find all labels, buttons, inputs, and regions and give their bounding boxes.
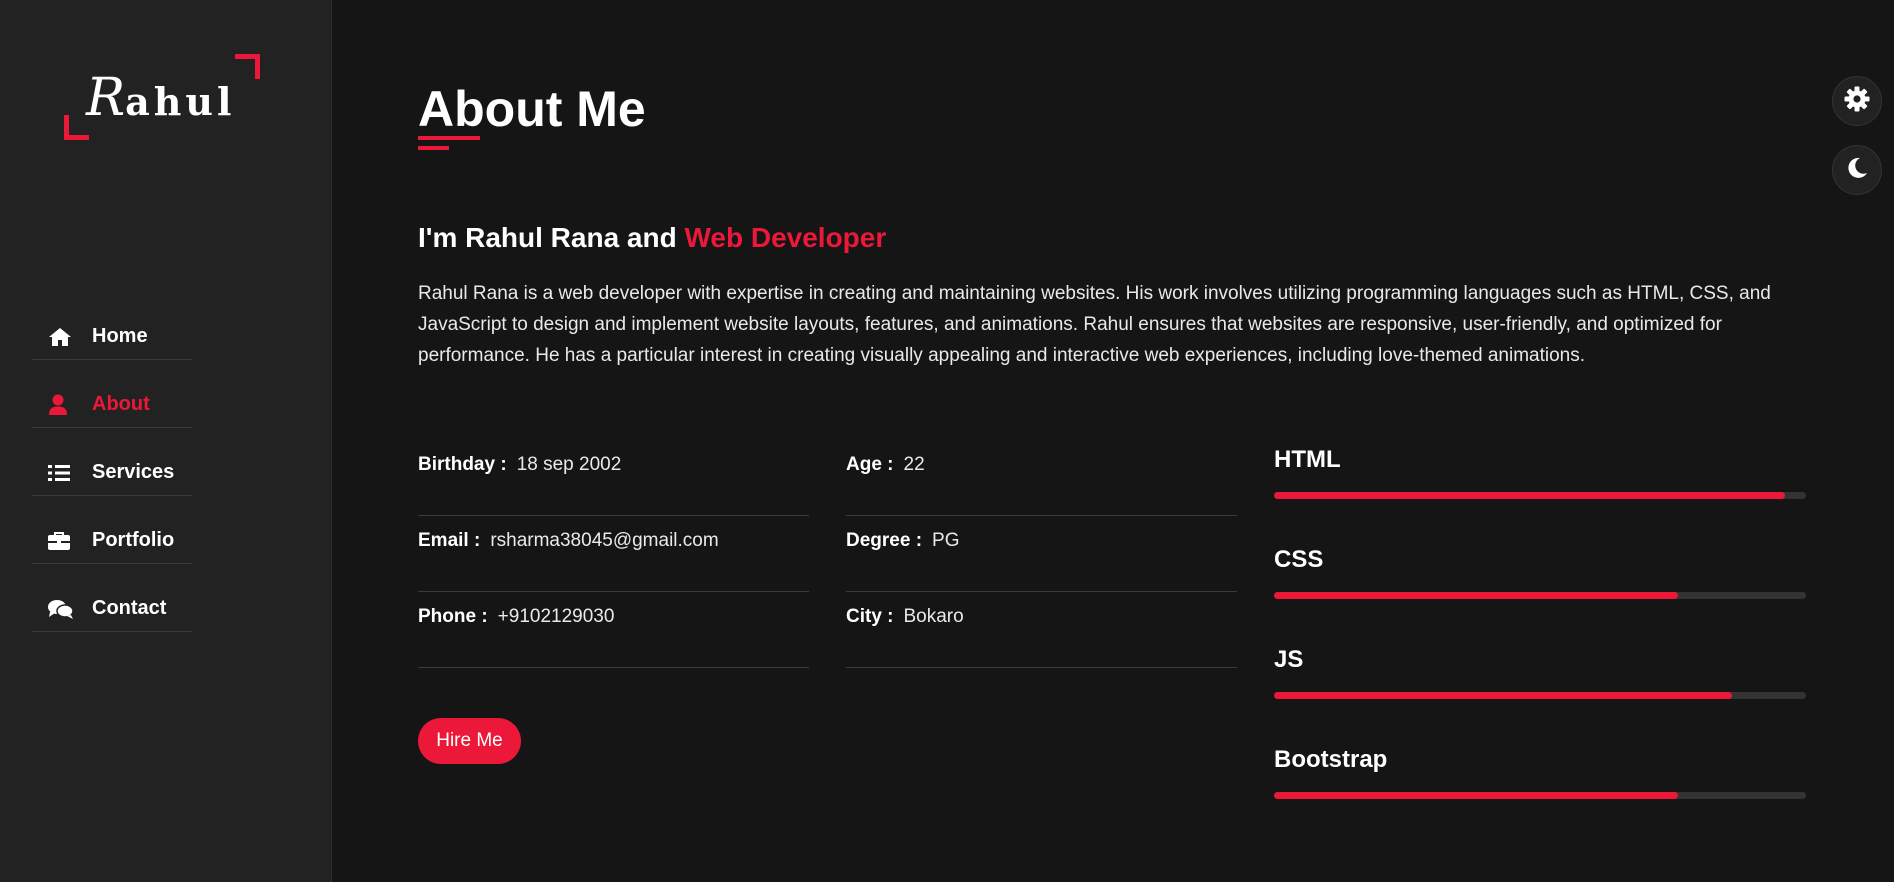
skill-progress-fill (1274, 692, 1732, 699)
personal-info-right: Age : 22 Degree : PG City : Bokaro (846, 440, 1237, 668)
nav-item-label: Contact (92, 597, 167, 619)
headline-role: Web Developer (684, 222, 887, 253)
gear-icon (1844, 86, 1870, 117)
nav-item-label: About (92, 393, 150, 415)
user-icon (32, 394, 92, 416)
skill-progress-track (1274, 592, 1806, 599)
info-label: Email : (418, 530, 481, 551)
logo-text: Rahul (86, 68, 235, 128)
info-value: rsharma38045@gmail.com (490, 530, 719, 551)
bio-paragraph: Rahul Rana is a web developer with exper… (418, 283, 1771, 366)
skill-progress-track (1274, 792, 1806, 799)
info-value: 18 sep 2002 (516, 454, 622, 475)
logo-first-letter: R (86, 68, 126, 128)
info-value: 22 (903, 454, 925, 475)
nav-item-about[interactable]: About (32, 382, 193, 428)
info-row-phone: Phone : +9102129030 (418, 592, 809, 668)
logo-corner-top-right (235, 54, 260, 79)
list-icon (32, 464, 92, 482)
skills-list: HTML CSS JS Bootstrap (1274, 446, 1806, 846)
info-value: PG (932, 530, 960, 551)
info-row-degree: Degree : PG (846, 516, 1237, 592)
nav-item-portfolio[interactable]: Portfolio (32, 518, 193, 564)
theme-toggle-button[interactable] (1832, 145, 1882, 195)
info-row-birthday: Birthday : 18 sep 2002 (418, 440, 809, 516)
info-label: City : (846, 606, 894, 627)
skill-name: Bootstrap (1274, 746, 1388, 773)
title-underline-short (418, 146, 449, 150)
nav-item-label: Services (92, 461, 175, 483)
style-switcher-button[interactable] (1832, 76, 1882, 126)
info-label: Phone : (418, 606, 488, 627)
logo[interactable]: Rahul (64, 54, 260, 140)
info-row-age: Age : 22 (846, 440, 1237, 516)
info-row-email: Email : rsharma38045@gmail.com (418, 516, 809, 592)
nav-item-home[interactable]: Home (32, 314, 193, 360)
headline: I'm Rahul Rana and Web Developer (418, 222, 886, 254)
info-value: Bokaro (903, 606, 964, 627)
info-label: Birthday : (418, 454, 507, 475)
skill-progress-fill (1274, 592, 1679, 599)
skill-name: JS (1274, 646, 1304, 673)
info-label: Age : (846, 454, 894, 475)
nav-item-contact[interactable]: Contact (32, 586, 193, 632)
skill-progress-fill (1274, 792, 1679, 799)
page-title: About Me (418, 81, 646, 137)
skill-name: HTML (1274, 446, 1341, 473)
skill-progress-track (1274, 492, 1806, 499)
skill-js: JS (1274, 646, 1806, 746)
sidebar: Rahul Home About Services Portfolio Cont… (0, 0, 332, 882)
title-underline (418, 136, 480, 140)
hire-me-button[interactable]: Hire Me (418, 718, 521, 764)
nav-item-label: Portfolio (92, 529, 175, 551)
personal-info-left: Birthday : 18 sep 2002 Email : rsharma3804… (418, 440, 809, 668)
logo-rest: ahul (125, 79, 236, 124)
info-row-city: City : Bokaro (846, 592, 1237, 668)
nav-item-label: Home (92, 325, 148, 347)
headline-prefix: I'm Rahul Rana and (418, 222, 685, 253)
skill-html: HTML (1274, 446, 1806, 546)
home-icon (32, 327, 92, 347)
info-label: Degree : (846, 530, 923, 551)
skill-progress-track (1274, 692, 1806, 699)
skill-bootstrap: Bootstrap (1274, 746, 1806, 846)
info-value: +9102129030 (497, 606, 615, 627)
nav-item-services[interactable]: Services (32, 450, 193, 496)
comments-icon (32, 599, 92, 619)
skill-name: CSS (1274, 546, 1324, 573)
moon-icon (1845, 156, 1869, 185)
briefcase-icon (32, 531, 92, 551)
sidebar-nav: Home About Services Portfolio Contact (32, 314, 193, 654)
skill-css: CSS (1274, 546, 1806, 646)
skill-progress-fill (1274, 492, 1785, 499)
